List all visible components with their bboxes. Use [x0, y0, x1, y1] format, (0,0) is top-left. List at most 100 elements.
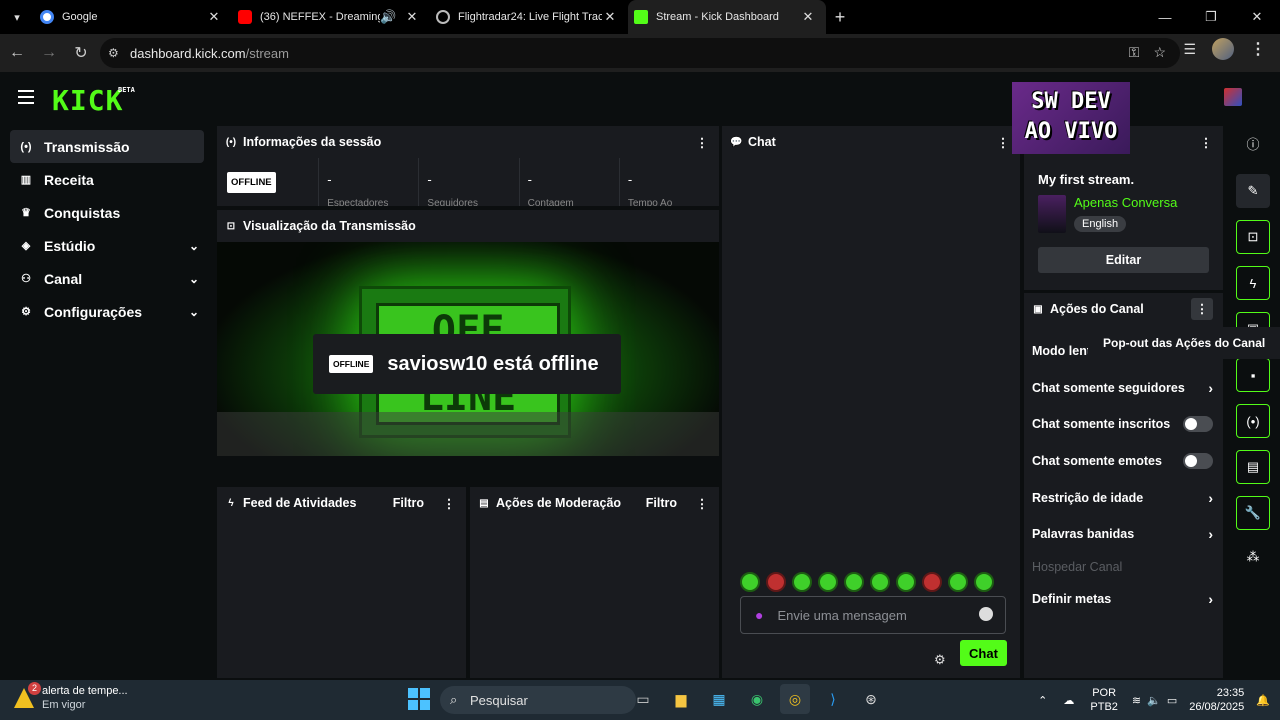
- chat-send-button[interactable]: Chat: [960, 640, 1007, 666]
- obs-icon[interactable]: ⊛: [856, 684, 886, 714]
- popout-tooltip[interactable]: Pop-out das Ações do Canal: [1088, 327, 1280, 359]
- weather-widget[interactable]: 2 alerta de tempe... Em vigor: [14, 682, 128, 712]
- maximize-icon[interactable]: ❐: [1188, 0, 1234, 34]
- tab-flightradar[interactable]: Flightradar24: Live Flight Tracker ✕: [430, 0, 628, 34]
- emote-icon[interactable]: [896, 572, 916, 592]
- lightning-icon[interactable]: ϟ: [1236, 266, 1270, 300]
- action-row-subscribers-only[interactable]: Chat somente inscritos: [1024, 406, 1223, 443]
- emote-icon[interactable]: [818, 572, 838, 592]
- minimize-icon[interactable]: —: [1142, 0, 1188, 34]
- sidebar-item-label: Transmissão: [44, 138, 130, 155]
- category-name[interactable]: Apenas Conversa: [1074, 195, 1177, 210]
- start-button[interactable]: [408, 688, 430, 710]
- action-row-age-restriction[interactable]: Restrição de idade ›: [1024, 479, 1223, 516]
- close-icon[interactable]: ✕: [602, 9, 618, 25]
- audio-icon[interactable]: 🔊: [380, 9, 396, 25]
- sidebar-item-canal[interactable]: ⚇ Canal ⌄: [10, 262, 204, 295]
- store-icon[interactable]: ▦: [704, 684, 734, 714]
- action-row-emotes-only[interactable]: Chat somente emotes: [1024, 443, 1223, 480]
- wrench-icon[interactable]: 🔧: [1236, 496, 1270, 530]
- hamburger-menu-icon[interactable]: [18, 90, 34, 104]
- password-key-icon[interactable]: ⚿: [1129, 44, 1140, 61]
- app-icon[interactable]: ◉: [742, 684, 772, 714]
- sidebar-item-estudio[interactable]: ◈ Estúdio ⌄: [10, 229, 204, 262]
- tab-kick-dashboard[interactable]: Stream - Kick Dashboard ✕: [628, 0, 826, 34]
- clock[interactable]: 23:35 26/08/2025: [1189, 686, 1244, 714]
- media-control-icon[interactable]: ☰: [1183, 41, 1196, 58]
- bookmark-star-icon[interactable]: ☆: [1153, 44, 1166, 61]
- notification-bell-icon[interactable]: 🔔: [1256, 694, 1270, 707]
- emote-icon[interactable]: [948, 572, 968, 592]
- close-icon[interactable]: ✕: [800, 9, 816, 25]
- close-window-icon[interactable]: ✕: [1234, 0, 1280, 34]
- edit-pencil-icon[interactable]: ✎: [1236, 174, 1270, 208]
- emote-icon[interactable]: [870, 572, 890, 592]
- stream-preview[interactable]: OFF LINE OFFLINE saviosw10 está offline: [217, 242, 719, 456]
- sidebar-item-receita[interactable]: ▥ Receita: [10, 163, 204, 196]
- volume-icon[interactable]: 🔈: [1147, 694, 1161, 707]
- chat-bubble-icon[interactable]: ▪: [1236, 358, 1270, 392]
- tab-youtube[interactable]: (36) NEFFEX - Dreaming On 🔊 ✕: [232, 0, 430, 34]
- moderation-icon[interactable]: ▤: [1236, 450, 1270, 484]
- emote-icon[interactable]: [844, 572, 864, 592]
- back-icon[interactable]: ←: [2, 38, 32, 68]
- task-view-icon[interactable]: ▭: [628, 684, 658, 714]
- wifi-icon[interactable]: ≋: [1132, 694, 1141, 707]
- sidebar-item-conquistas[interactable]: ♛ Conquistas: [10, 196, 204, 229]
- share-icon[interactable]: ⁂: [1236, 540, 1270, 574]
- youtube-favicon-icon: [238, 10, 252, 24]
- sidebar-item-configuracoes[interactable]: ⚙ Configurações ⌄: [10, 295, 204, 328]
- filter-button[interactable]: Filtro: [393, 496, 424, 510]
- emote-icon[interactable]: [792, 572, 812, 592]
- chevron-down-icon: ⌄: [188, 238, 200, 253]
- emote-icon[interactable]: [922, 572, 942, 592]
- new-tab-button[interactable]: +: [826, 7, 854, 28]
- broadcast-icon[interactable]: (•): [1236, 404, 1270, 438]
- emoji-icon[interactable]: [979, 607, 993, 621]
- menu-dots-icon[interactable]: ⋮: [1250, 39, 1266, 59]
- forward-icon[interactable]: →: [34, 38, 64, 68]
- more-options-icon[interactable]: ⋮: [996, 135, 1010, 150]
- preview-toggle-icon[interactable]: ⊡: [1236, 220, 1270, 254]
- kick-logo[interactable]: KICK BETA: [52, 84, 135, 117]
- action-row-banned-words[interactable]: Palavras banidas ›: [1024, 516, 1223, 553]
- cloud-icon[interactable]: ☁: [1063, 694, 1074, 707]
- emote-icon[interactable]: [740, 572, 760, 592]
- address-bar[interactable]: ⚙ dashboard.kick.com/stream ⚿ ☆: [100, 38, 1180, 68]
- vscode-icon[interactable]: ⟩: [818, 684, 848, 714]
- action-row-set-goals[interactable]: Definir metas ›: [1024, 581, 1223, 618]
- sidebar-item-label: Receita: [44, 171, 94, 188]
- action-label: Definir metas: [1032, 591, 1112, 606]
- battery-icon[interactable]: ▭: [1167, 694, 1177, 707]
- close-icon[interactable]: ✕: [404, 9, 420, 25]
- more-options-icon[interactable]: ⋮: [1191, 298, 1213, 320]
- sidebar-item-transmissao[interactable]: (•) Transmissão: [10, 130, 204, 163]
- taskbar-search[interactable]: ⌕ Pesquisar: [440, 686, 636, 714]
- user-avatar[interactable]: [1224, 88, 1242, 106]
- action-row-followers-only[interactable]: Chat somente seguidores ›: [1024, 370, 1223, 407]
- more-options-icon[interactable]: ⋮: [1199, 135, 1213, 150]
- more-options-icon[interactable]: ⋮: [442, 496, 456, 511]
- emote-icon[interactable]: [974, 572, 994, 592]
- edit-button[interactable]: Editar: [1038, 247, 1209, 273]
- tab-search-icon[interactable]: ▾: [0, 0, 34, 34]
- chevron-up-icon[interactable]: ⌃: [1038, 694, 1047, 707]
- chat-settings-icon[interactable]: ⚙: [934, 652, 946, 668]
- profile-avatar[interactable]: [1212, 38, 1234, 60]
- chat-message-input[interactable]: ● Envie uma mensagem: [740, 596, 1006, 634]
- tab-google[interactable]: Google ✕: [34, 0, 232, 34]
- info-icon[interactable]: ⓘ: [1236, 126, 1270, 160]
- more-options-icon[interactable]: ⋮: [695, 496, 709, 511]
- filter-button[interactable]: Filtro: [646, 496, 677, 510]
- emotes-only-toggle[interactable]: [1183, 453, 1213, 470]
- site-info-icon[interactable]: ⚙: [108, 46, 122, 60]
- more-options-icon[interactable]: ⋮: [695, 135, 709, 150]
- close-icon[interactable]: ✕: [206, 9, 222, 25]
- language-indicator[interactable]: POR PTB2: [1090, 686, 1118, 714]
- reload-icon[interactable]: ↻: [66, 38, 96, 68]
- emote-icon[interactable]: [766, 572, 786, 592]
- chrome-icon[interactable]: ◎: [780, 684, 810, 714]
- microphone-icon[interactable]: ●: [755, 607, 763, 623]
- file-explorer-icon[interactable]: ▆: [666, 684, 696, 714]
- subscribers-only-toggle[interactable]: [1183, 416, 1213, 433]
